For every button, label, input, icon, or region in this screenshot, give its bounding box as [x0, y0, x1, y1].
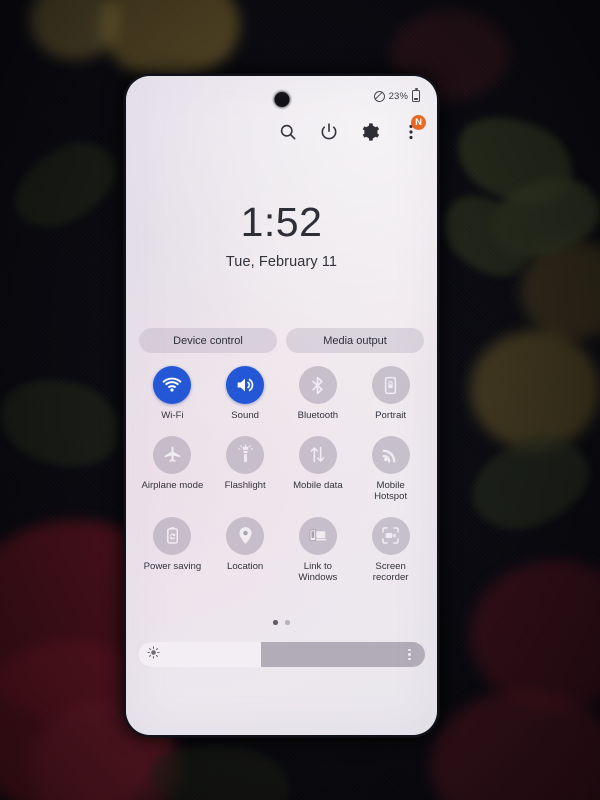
toggle-link-to-windows[interactable]: Link to Windows	[282, 516, 355, 584]
flashlight-icon	[226, 435, 265, 474]
pill-row: Device control Media output	[139, 328, 424, 353]
screen-recorder-icon	[371, 516, 410, 555]
search-icon[interactable]	[278, 122, 298, 142]
toggle-screen-recorder-label: Screen recorder	[372, 560, 409, 584]
airplane-icon	[153, 435, 192, 474]
toggle-airplane-mode-label: Airplane mode	[141, 479, 204, 491]
toggle-location[interactable]: Location	[209, 516, 282, 584]
toggle-portrait[interactable]: Portrait	[354, 366, 427, 422]
page-dot-2[interactable]	[285, 620, 290, 625]
toggle-row-2: Airplane mode Flashlight Mobile data Mob…	[136, 435, 427, 503]
battery-saver-icon	[153, 516, 192, 555]
speaker-icon	[226, 366, 265, 404]
toggle-mobile-hotspot[interactable]: Mobile Hotspot	[354, 435, 427, 503]
clock-area: 1:52 Tue, February 11	[126, 199, 437, 271]
toggle-wifi-label: Wi-Fi	[161, 410, 184, 421]
toggle-flashlight[interactable]: Flashlight	[209, 435, 282, 503]
quick-toggle-grid: Wi-Fi Sound Bluetooth Portrait Airplane …	[136, 366, 427, 584]
toggle-link-to-windows-label: Link to Windows	[298, 560, 338, 584]
quick-settings-header: N	[278, 115, 426, 142]
toggle-flashlight-label: Flashlight	[224, 479, 266, 491]
notification-badge: N	[411, 115, 426, 130]
page-indicator	[126, 620, 437, 625]
toggle-mobile-data-label: Mobile data	[293, 479, 343, 491]
toggle-power-saving[interactable]: Power saving	[136, 516, 209, 584]
toggle-location-label: Location	[226, 560, 264, 572]
clock-date: Tue, February 11	[225, 254, 338, 270]
more-options-icon[interactable]: N	[401, 115, 426, 142]
hotspot-icon	[371, 435, 410, 474]
toggle-screen-recorder[interactable]: Screen recorder	[354, 516, 427, 584]
page-dot-1[interactable]	[273, 620, 278, 625]
toggle-bluetooth[interactable]: Bluetooth	[282, 366, 355, 422]
phone-screen: 23% N 1:52 Tue, February 11 Device contr…	[126, 76, 437, 735]
toggle-row-1: Wi-Fi Sound Bluetooth Portrait	[136, 366, 427, 422]
toggle-portrait-label: Portrait	[375, 410, 407, 421]
location-pin-icon	[226, 516, 265, 555]
toggle-wifi[interactable]: Wi-Fi	[136, 366, 209, 422]
brightness-sun-icon	[147, 645, 160, 664]
status-bar: 23%	[373, 88, 420, 102]
toggle-power-saving-label: Power saving	[143, 560, 202, 572]
toggle-mobile-data[interactable]: Mobile data	[282, 435, 355, 503]
toggle-bluetooth-label: Bluetooth	[297, 410, 339, 421]
toggle-sound-label: Sound	[231, 410, 259, 421]
media-output-button[interactable]: Media output	[286, 328, 424, 353]
mute-icon	[373, 90, 385, 102]
battery-icon	[412, 88, 420, 102]
device-control-button[interactable]: Device control	[139, 328, 277, 353]
brightness-row	[138, 642, 425, 667]
front-camera-punch-hole	[274, 92, 289, 107]
clock-time: 1:52	[240, 199, 323, 245]
power-icon[interactable]	[319, 122, 339, 142]
data-arrows-icon	[298, 435, 337, 474]
toggle-airplane-mode[interactable]: Airplane mode	[136, 435, 209, 503]
brightness-slider[interactable]	[138, 642, 425, 667]
battery-percent-label: 23%	[388, 90, 408, 102]
wifi-icon	[153, 366, 192, 404]
rotation-lock-icon	[371, 366, 410, 404]
bluetooth-icon	[298, 366, 337, 404]
toggle-sound[interactable]: Sound	[209, 366, 282, 422]
slider-more-icon[interactable]	[403, 648, 416, 661]
settings-icon[interactable]	[360, 122, 380, 142]
toggle-mobile-hotspot-label: Mobile Hotspot	[374, 479, 408, 503]
link-to-windows-icon	[298, 516, 337, 555]
toggle-row-3: Power saving Location Link to Windows Sc…	[136, 516, 427, 584]
